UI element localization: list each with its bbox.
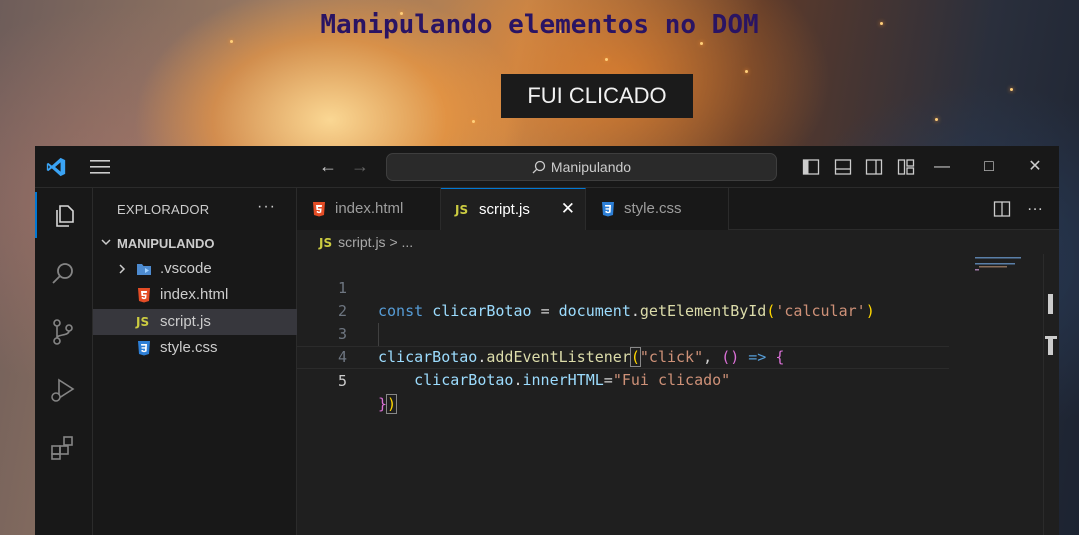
- extensions-activity-button[interactable]: [35, 424, 93, 470]
- source-control-activity-button[interactable]: [35, 308, 93, 354]
- extensions-icon: [51, 436, 73, 460]
- tree-item-label: index.html: [160, 286, 229, 303]
- customize-layout-icon[interactable]: [897, 158, 915, 176]
- minimap[interactable]: [973, 254, 1043, 535]
- html5-icon: [313, 202, 325, 217]
- tab-index-html[interactable]: index.html: [297, 188, 441, 230]
- tree-item-style-css[interactable]: style.css: [93, 335, 297, 361]
- editor-tabs: index.html JS script.js ✕ style.css ···: [297, 188, 1059, 230]
- tree-item-label: .vscode: [160, 260, 212, 277]
- title-bar: ← → Manipulando — □ ✕: [35, 146, 1059, 188]
- tree-item-label: style.css: [160, 339, 218, 356]
- toggle-panel-icon[interactable]: [834, 158, 852, 176]
- code-editor[interactable]: 1 const clicarBotao = document.getElemen…: [297, 254, 1039, 535]
- line-number: 5: [337, 372, 347, 390]
- explorer-header: EXPLORADOR: [117, 202, 210, 217]
- command-center-search[interactable]: Manipulando: [386, 153, 777, 181]
- fui-clicado-button[interactable]: FUI CLICADO: [501, 74, 693, 118]
- tab-style-css[interactable]: style.css: [586, 188, 729, 230]
- editor-actions: ···: [993, 200, 1043, 218]
- tab-script-js[interactable]: JS script.js ✕: [441, 188, 586, 230]
- js-icon: JS: [455, 203, 469, 217]
- tab-label: script.js: [479, 201, 530, 218]
- breadcrumb-file[interactable]: script.js: [338, 234, 385, 250]
- css3-icon: [138, 341, 150, 356]
- tree-item-script-js[interactable]: JS script.js: [93, 309, 297, 335]
- css3-icon: [602, 202, 614, 217]
- minimap-preview: [975, 257, 1021, 271]
- scrollbar-marker: [1048, 339, 1053, 355]
- explorer-activity-button[interactable]: [35, 192, 93, 238]
- breadcrumb-rest[interactable]: ...: [402, 234, 414, 250]
- code-line[interactable]: 3 clicarBotao.addEventListener("click", …: [297, 300, 1039, 367]
- tree-item-index-html[interactable]: index.html: [93, 282, 297, 308]
- explorer-sidebar: EXPLORADOR ··· MANIPULANDO .vscode index: [93, 188, 297, 535]
- code-line-current[interactable]: 5 }): [297, 346, 949, 414]
- code-text: }): [378, 394, 398, 414]
- tab-label: index.html: [335, 200, 404, 217]
- workspace-folder-label: MANIPULANDO: [117, 236, 215, 251]
- command-center-label: Manipulando: [550, 159, 632, 175]
- js-icon: JS: [319, 236, 333, 250]
- code-text: clicarBotao.innerHTML="Fui clicado": [414, 371, 731, 389]
- source-control-icon: [53, 319, 73, 345]
- tree-item-label: script.js: [160, 313, 211, 330]
- toggle-primary-sidebar-icon[interactable]: [802, 158, 820, 176]
- tab-label: style.css: [624, 200, 682, 217]
- vertical-scrollbar[interactable]: [1043, 254, 1059, 535]
- code-line[interactable]: 4 clicarBotao.innerHTML="Fui clicado": [297, 323, 1039, 389]
- vscode-logo-icon: [46, 157, 66, 177]
- code-line[interactable]: 2: [297, 277, 1039, 320]
- search-activity-button[interactable]: [35, 250, 93, 296]
- breadcrumb-separator: >: [389, 234, 398, 250]
- js-icon: JS: [136, 315, 150, 329]
- html5-icon: [138, 288, 150, 303]
- vscode-window: ← → Manipulando — □ ✕ EXPLORADOR ··· MAN…: [35, 146, 1059, 535]
- breadcrumb: JS script.js > ...: [297, 230, 1059, 254]
- close-tab-icon[interactable]: ✕: [561, 199, 575, 219]
- more-actions-icon[interactable]: ···: [257, 198, 276, 216]
- close-window-icon[interactable]: ✕: [1025, 157, 1045, 177]
- run-debug-activity-button[interactable]: [35, 366, 93, 412]
- activity-bar: [35, 188, 93, 535]
- chevron-down-icon: [101, 239, 111, 246]
- maximize-icon[interactable]: □: [979, 157, 999, 177]
- run-debug-icon: [51, 378, 75, 402]
- page-title: Manipulando elementos no DOM: [320, 10, 759, 40]
- menu-icon[interactable]: [89, 158, 111, 176]
- forward-arrow-icon[interactable]: →: [351, 156, 369, 177]
- tree-item-vscode-folder[interactable]: .vscode: [93, 256, 297, 282]
- chevron-right-icon: [119, 264, 126, 274]
- minimize-icon[interactable]: —: [932, 157, 952, 177]
- toggle-secondary-sidebar-icon[interactable]: [865, 158, 883, 176]
- workspace-folder[interactable]: MANIPULANDO: [93, 232, 297, 254]
- more-actions-icon[interactable]: ···: [1027, 200, 1043, 217]
- split-editor-icon[interactable]: [993, 200, 1011, 218]
- scrollbar-marker: [1048, 294, 1053, 314]
- vscode-folder-icon: [137, 264, 151, 275]
- files-icon: [56, 205, 74, 227]
- code-line[interactable]: 1 const clicarBotao = document.getElemen…: [297, 254, 1039, 320]
- back-arrow-icon[interactable]: ←: [319, 156, 337, 177]
- search-icon: [52, 263, 73, 284]
- search-icon: [532, 160, 546, 174]
